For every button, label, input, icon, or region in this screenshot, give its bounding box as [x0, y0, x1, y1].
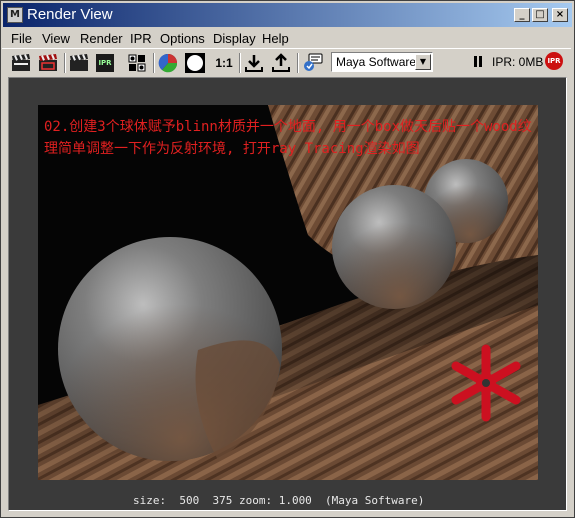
pause-icon[interactable] — [474, 56, 482, 67]
display-rgb-channels-icon[interactable] — [157, 52, 179, 74]
render-caption: 02.创建3个球体赋予blinn材质并一个地面, 用一个box做天后贴一个woo… — [44, 119, 532, 157]
menu-file[interactable]: File — [11, 31, 32, 47]
window-title: Render View — [27, 6, 113, 23]
menu-help[interactable]: Help — [262, 31, 289, 47]
menu-view[interactable]: View — [42, 31, 70, 47]
render-scene — [38, 105, 538, 480]
ipr-refresh-button[interactable]: IPR — [94, 52, 116, 74]
render-region-clapper-icon[interactable] — [37, 52, 59, 74]
render-size-status: size: 500 375 zoom: 1.000 (Maya Software… — [133, 494, 425, 507]
toolbar-separator — [153, 53, 155, 73]
close-button[interactable]: × — [552, 8, 568, 22]
chevron-down-icon[interactable]: ▼ — [415, 54, 431, 70]
render-diagnostics-icon[interactable] — [301, 52, 323, 74]
maximize-button[interactable]: □ — [532, 8, 548, 22]
ipr-memory-status: IPR: 0MB — [492, 55, 544, 69]
menu-options[interactable]: Options — [160, 31, 205, 47]
toolbar-separator — [239, 53, 241, 73]
title-bar[interactable]: M Render View _ □ × — [3, 3, 572, 27]
redo-render-clapper-icon[interactable] — [10, 52, 32, 74]
maya-app-icon[interactable]: M — [7, 7, 23, 23]
menu-bar: File View Render IPR Options Display Hel… — [3, 29, 572, 49]
renderer-dropdown[interactable]: Maya Software ▼ — [331, 52, 433, 72]
toolbar-separator — [297, 53, 299, 73]
keep-image-icon[interactable] — [243, 52, 265, 74]
minimize-button[interactable]: _ — [514, 8, 530, 22]
menu-ipr[interactable]: IPR — [130, 31, 152, 47]
menu-display[interactable]: Display — [213, 31, 256, 47]
renderer-dropdown-value: Maya Software — [336, 55, 417, 69]
ipr-refresh-icon: IPR — [96, 54, 114, 72]
toolbar-separator — [64, 53, 66, 73]
remove-image-icon[interactable] — [270, 52, 292, 74]
render-settings-icon[interactable] — [126, 52, 148, 74]
real-size-button[interactable]: 1:1 — [212, 52, 236, 74]
toolbar: IPR 1:1 — [2, 48, 571, 77]
display-alpha-channel-icon[interactable] — [184, 52, 206, 74]
ipr-badge-icon[interactable]: IPR — [545, 52, 563, 70]
menu-render[interactable]: Render — [80, 31, 123, 47]
ipr-render-clapper-icon[interactable] — [68, 52, 90, 74]
rendered-image — [38, 105, 538, 480]
